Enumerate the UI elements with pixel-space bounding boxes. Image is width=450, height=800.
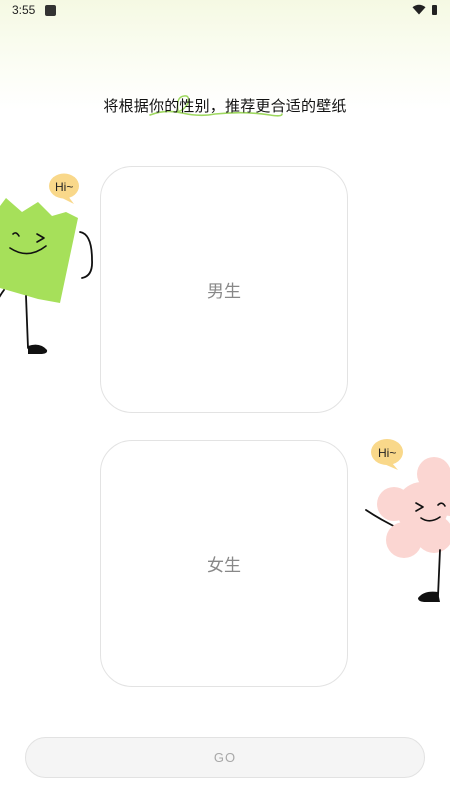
battery-icon [432, 5, 437, 15]
male-option-card[interactable]: 男生 [100, 166, 348, 413]
status-bar: 3:55 [0, 0, 450, 22]
status-time: 3:55 [12, 3, 36, 17]
green-mascot: Hi~ [0, 173, 93, 354]
male-option-label: 男生 [207, 282, 241, 302]
notification-icon [45, 5, 56, 16]
female-option-label: 女生 [207, 556, 241, 576]
green-bubble-text: Hi~ [55, 180, 73, 194]
go-button-label: GO [213, 750, 237, 765]
header: 将根据你的性别，推荐更合适的壁纸 [0, 95, 450, 125]
go-button[interactable]: GO [25, 737, 425, 778]
pink-mascot-speech-bubble: Hi~ [371, 439, 403, 470]
pink-bubble-text: Hi~ [378, 446, 396, 460]
page-title: 将根据你的性别，推荐更合适的壁纸 [103, 97, 347, 115]
green-mascot-speech-bubble: Hi~ [49, 173, 79, 204]
pink-flower-mascot: Hi~ [365, 439, 450, 602]
female-option-card[interactable]: 女生 [100, 440, 348, 687]
wifi-icon [412, 4, 426, 15]
